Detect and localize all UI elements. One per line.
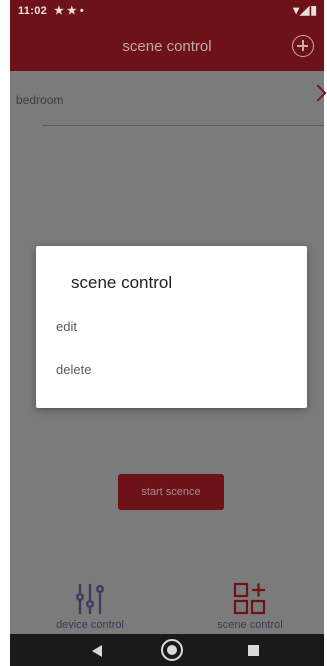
tab-label: scene control xyxy=(217,619,283,631)
status-bar: 11:02 ★ ★ • ▾◢▮ xyxy=(10,0,324,22)
system-status-icons: ▾◢▮ xyxy=(293,3,318,17)
recents-square-icon[interactable] xyxy=(248,645,259,656)
tab-scene-control[interactable]: scene control xyxy=(175,572,325,634)
scene-name: bedroom xyxy=(16,93,64,107)
page-title: scene control xyxy=(122,38,212,55)
app-header: scene control xyxy=(10,22,324,71)
tab-device-control[interactable]: device control xyxy=(15,572,165,634)
sliders-icon xyxy=(76,583,104,615)
plus-circle-icon[interactable] xyxy=(292,35,314,57)
chevron-right-icon xyxy=(309,84,327,102)
back-triangle-icon[interactable] xyxy=(92,645,102,657)
delete-menu-item[interactable]: delete xyxy=(56,362,91,377)
dialog-title: scene control xyxy=(71,273,173,292)
home-circle-icon[interactable] xyxy=(161,639,183,661)
grid-plus-icon xyxy=(233,582,266,615)
notification-icons: ★ ★ • xyxy=(54,5,84,17)
row-divider xyxy=(42,125,324,126)
start-scene-button[interactable]: start scence xyxy=(118,474,224,510)
left-margin xyxy=(0,0,10,666)
tab-label: device control xyxy=(56,619,124,631)
bottom-tab-bar: device control scene control xyxy=(10,572,324,634)
status-time: 11:02 xyxy=(18,5,48,17)
list-item[interactable]: bedroom xyxy=(10,71,327,125)
scene-options-dialog: scene control edit delete xyxy=(36,246,307,408)
edit-menu-item[interactable]: edit xyxy=(56,319,77,334)
system-nav-bar xyxy=(10,634,324,666)
